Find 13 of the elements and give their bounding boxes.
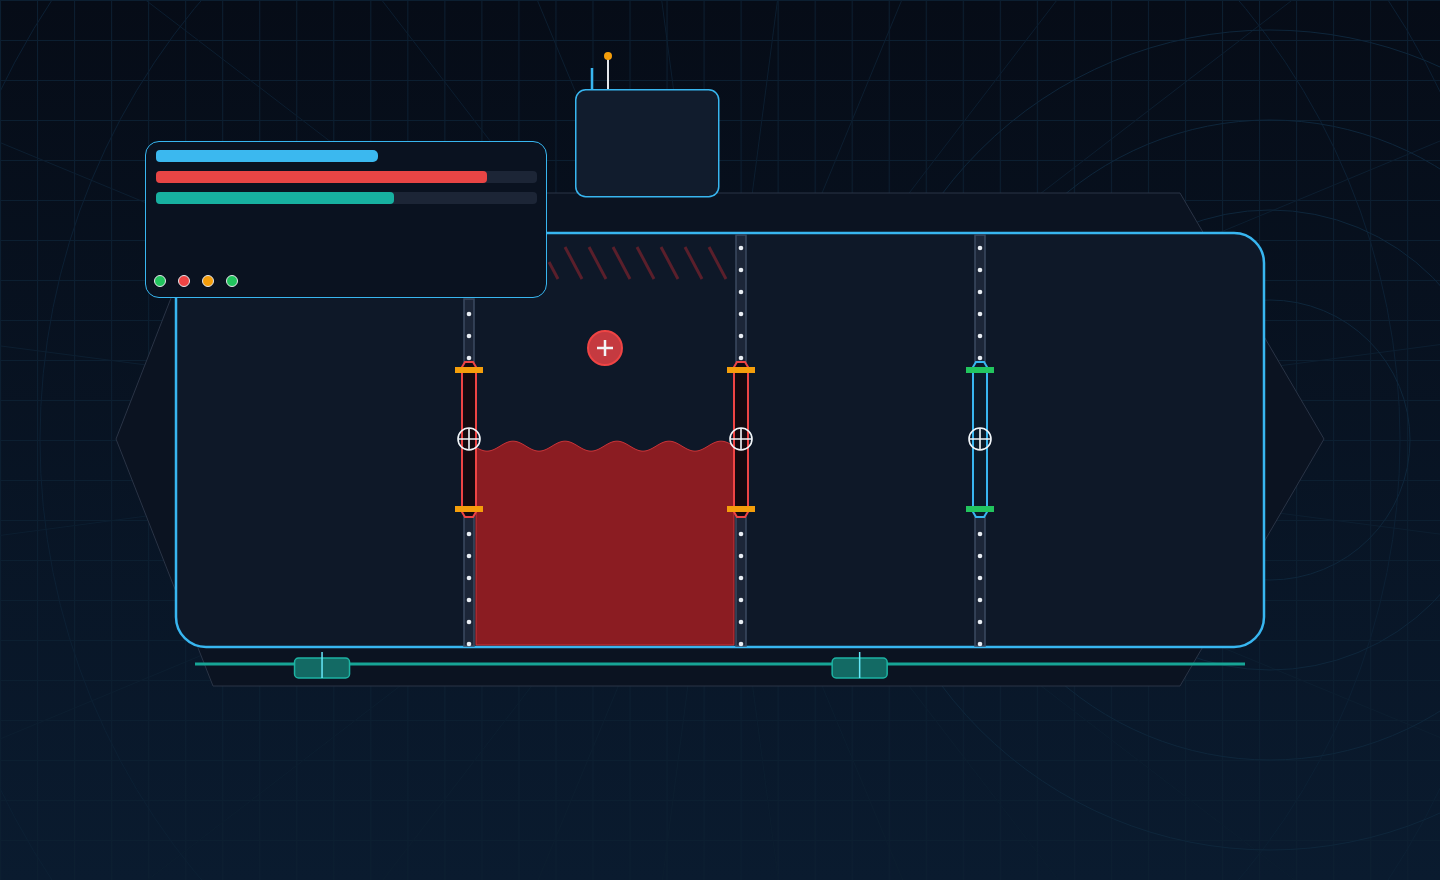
antenna-icon (604, 52, 612, 90)
antenna-icon (590, 68, 594, 89)
add-button[interactable] (587, 330, 623, 366)
door[interactable] (727, 361, 755, 518)
crosshair-icon[interactable] (968, 427, 992, 451)
door[interactable] (455, 361, 483, 518)
crosshair-icon[interactable] (729, 427, 753, 451)
slider-handle[interactable] (831, 651, 888, 679)
door[interactable] (966, 361, 994, 518)
slider-handle[interactable] (293, 651, 351, 679)
crosshair-icon[interactable] (457, 427, 481, 451)
slider-track[interactable] (195, 662, 1245, 666)
plus-icon (595, 338, 615, 358)
